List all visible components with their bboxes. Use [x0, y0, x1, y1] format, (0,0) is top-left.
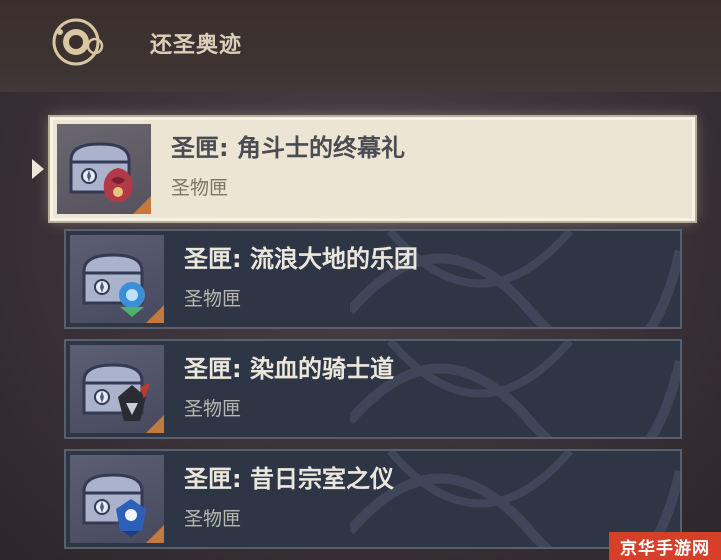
item-subtitle: 圣物匣 [171, 177, 229, 199]
rarity-corner [146, 305, 164, 323]
item-title: 圣匣: 昔日宗室之仪 [184, 465, 394, 493]
item-title: 圣匣: 角斗士的终幕礼 [171, 134, 405, 162]
artifact-domain-icon [52, 18, 104, 66]
item-title: 圣匣: 流浪大地的乐团 [184, 245, 418, 273]
item-subtitle: 圣物匣 [184, 288, 242, 310]
list-item-domain-3[interactable]: 圣匣: 昔日宗室之仪 圣物匣 [64, 449, 682, 549]
card-pattern [350, 341, 680, 437]
page-title: 还圣奥迹 [150, 33, 243, 58]
list-item-domain-2[interactable]: 圣匣: 染血的骑士道 圣物匣 [64, 339, 682, 439]
item-thumbnail [70, 235, 164, 323]
list-item-domain-1[interactable]: 圣匣: 流浪大地的乐团 圣物匣 [64, 229, 682, 329]
item-subtitle: 圣物匣 [184, 508, 242, 530]
item-title: 圣匣: 染血的骑士道 [184, 355, 394, 383]
site-watermark: 京华手游网 [609, 532, 721, 560]
item-thumbnail [70, 345, 164, 433]
rarity-corner [133, 196, 151, 214]
list-item-domain-0[interactable]: 圣匣: 角斗士的终幕礼 圣物匣 [50, 117, 695, 221]
rarity-corner [146, 525, 164, 543]
item-thumbnail [70, 455, 164, 543]
item-thumbnail [57, 124, 151, 214]
rarity-corner [146, 415, 164, 433]
selection-indicator-icon [32, 159, 44, 179]
item-subtitle: 圣物匣 [184, 398, 242, 420]
header-bar: 还圣奥迹 [0, 0, 721, 92]
